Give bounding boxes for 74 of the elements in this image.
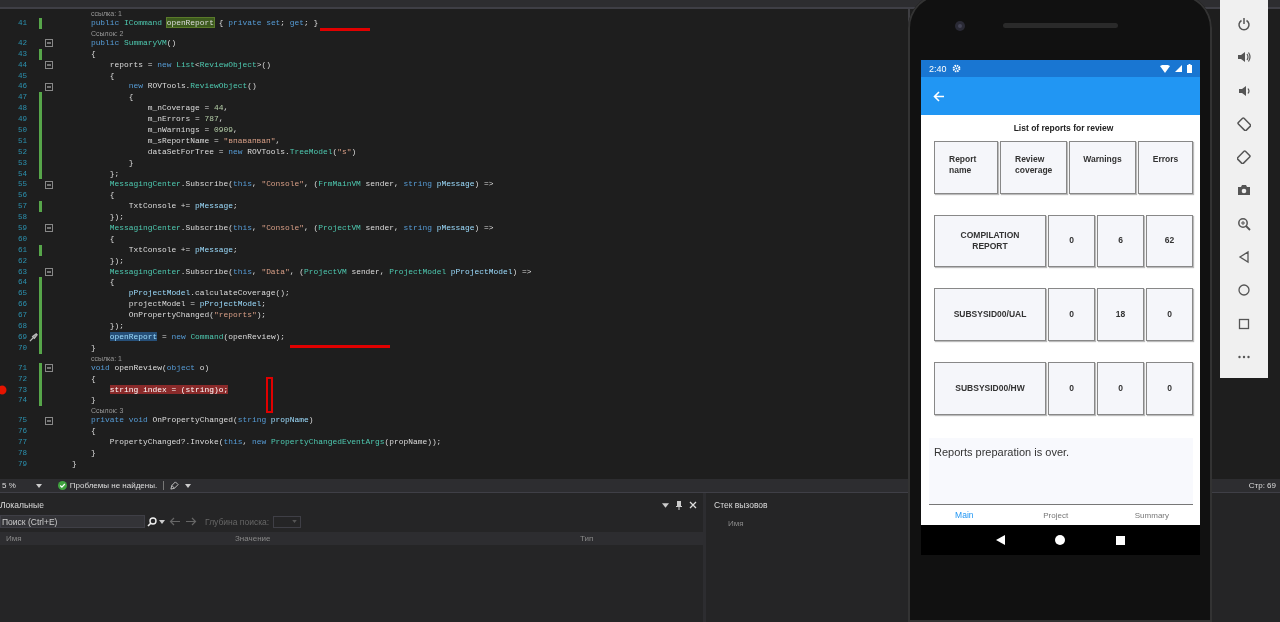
breakpoint-icon[interactable]: [0, 384, 7, 395]
collapse-icon[interactable]: [45, 61, 53, 70]
overview-icon[interactable]: [1115, 535, 1125, 545]
table-cell[interactable]: SUBSYSID00/HW: [934, 362, 1046, 416]
rotate-left-icon[interactable]: [1237, 116, 1251, 131]
annotation-line: [320, 28, 370, 31]
screwdriver-icon[interactable]: [29, 332, 38, 342]
collapse-icon[interactable]: [45, 82, 53, 91]
status-bar: 2:40: [921, 60, 1200, 77]
column-header[interactable]: Имя: [728, 519, 744, 528]
overview-icon[interactable]: [1237, 316, 1251, 331]
zoom-icon[interactable]: [1237, 216, 1251, 231]
collapse-icon[interactable]: [45, 39, 53, 48]
caret-icon: [292, 520, 298, 523]
column-header[interactable]: Имя: [0, 534, 235, 543]
collapse-icon[interactable]: [45, 268, 53, 277]
list-title: List of reports for review: [1012, 123, 1115, 135]
volume-down-icon[interactable]: [1237, 83, 1251, 98]
table-cell[interactable]: 62: [1146, 214, 1193, 268]
column-header[interactable]: Значение: [235, 534, 580, 543]
table-cell[interactable]: 6: [1097, 214, 1144, 268]
output-field[interactable]: Reports preparation is over.: [929, 438, 1193, 505]
cursor-position: Стр: 69: [1248, 481, 1276, 490]
caret-icon: [35, 483, 42, 488]
tab[interactable]: Project: [1007, 510, 1104, 520]
table-cell[interactable]: 0: [1146, 362, 1193, 416]
collapse-icon[interactable]: [45, 416, 53, 425]
check-circle-icon: [57, 481, 67, 490]
back-icon[interactable]: [996, 535, 1006, 545]
tab[interactable]: Summary: [1103, 510, 1200, 520]
table-cell[interactable]: SUBSYSID00/UAL: [934, 288, 1046, 342]
back-icon[interactable]: [1237, 250, 1251, 265]
depth-label: Глубина поиска:: [205, 516, 270, 527]
panel-title: Стек вызовов: [714, 500, 768, 510]
search-field[interactable]: Поиск (Ctrl+E): [0, 515, 145, 528]
table-cell[interactable]: COMPILATION REPORT: [934, 214, 1046, 268]
camera-icon: [954, 20, 966, 32]
rotate-right-icon[interactable]: [1237, 150, 1251, 165]
volume-up-icon[interactable]: [1237, 50, 1251, 65]
table-cell[interactable]: 0: [1048, 288, 1095, 342]
issues-indicator[interactable]: Проблемы не найдены.: [57, 481, 158, 490]
brush-icon[interactable]: [170, 481, 180, 490]
signal-icon: [1175, 65, 1182, 72]
pin-icon[interactable]: [675, 500, 683, 510]
camera-icon[interactable]: [1237, 183, 1251, 198]
battery-icon: [1187, 64, 1192, 73]
header-cell: Review coverage: [1000, 140, 1067, 194]
table-cell[interactable]: 0: [1048, 214, 1095, 268]
annotation-box: [266, 377, 273, 413]
home-icon[interactable]: [1055, 535, 1066, 545]
header-cell: Warnings: [1069, 140, 1136, 194]
forward-arrow-icon[interactable]: [185, 517, 197, 526]
column-header[interactable]: Тип: [580, 534, 594, 543]
table-cell[interactable]: 0: [1146, 288, 1193, 342]
gear-icon: [951, 64, 961, 73]
header-cell: Report name: [934, 140, 998, 194]
table-cell[interactable]: 0: [1048, 362, 1095, 416]
wifi-icon: [1160, 64, 1170, 73]
close-icon[interactable]: [689, 501, 697, 509]
caret-icon[interactable]: [185, 483, 192, 488]
table-cell[interactable]: 0: [1097, 362, 1144, 416]
collapse-icon[interactable]: [45, 364, 53, 373]
search-icon[interactable]: [147, 516, 157, 527]
collapse-icon[interactable]: [45, 224, 53, 233]
dropdown-icon[interactable]: [662, 502, 669, 508]
back-arrow-icon[interactable]: [169, 517, 181, 526]
header-cell: Errors: [1138, 140, 1193, 194]
table-cell[interactable]: 18: [1097, 288, 1144, 342]
panel-title: Локальные: [0, 500, 44, 510]
caret-icon[interactable]: [159, 519, 165, 524]
collapse-icon[interactable]: [45, 180, 53, 189]
zoom-dropdown[interactable]: 5 %: [0, 481, 42, 490]
home-icon[interactable]: [1237, 283, 1251, 298]
power-icon[interactable]: [1237, 17, 1251, 31]
